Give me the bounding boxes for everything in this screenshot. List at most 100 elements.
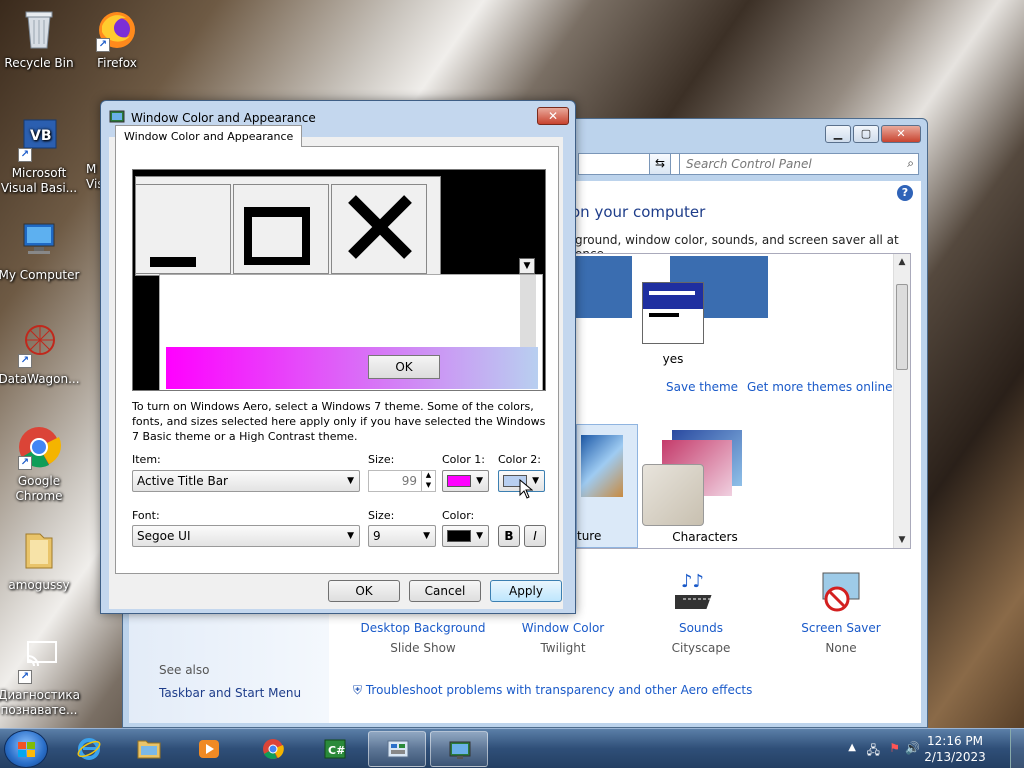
tray-expand-icon[interactable]: ▲ bbox=[848, 742, 856, 753]
item-subtitle: Twilight bbox=[540, 641, 586, 655]
svg-text:VB: VB bbox=[30, 128, 52, 144]
item-select[interactable]: Active Title Bar ▼ bbox=[132, 470, 360, 492]
color2-picker[interactable]: ▼ bbox=[498, 470, 545, 499]
item-title: Desktop Background bbox=[360, 621, 486, 635]
desktop-icon-label: Microsoft Visual Basi... bbox=[0, 166, 78, 195]
apply-button[interactable]: Apply bbox=[490, 580, 562, 602]
csharp-icon: C# bbox=[324, 739, 346, 759]
spin-up-icon[interactable]: ▲ bbox=[421, 471, 435, 481]
scroll-up-icon[interactable]: ▲ bbox=[894, 254, 910, 270]
cancel-button[interactable]: Cancel bbox=[409, 580, 481, 602]
preview-minimize-icon bbox=[135, 184, 231, 274]
theme-preview-window[interactable] bbox=[642, 282, 704, 344]
troubleshoot-link[interactable]: ⛨ Troubleshoot problems with transparenc… bbox=[353, 683, 752, 698]
taskbar-window-color[interactable] bbox=[430, 731, 488, 767]
desktop-icon-my-computer[interactable]: My Computer bbox=[0, 218, 80, 283]
firefox-icon: ↗ bbox=[94, 6, 140, 52]
desktop-icon-label: amogussy bbox=[8, 578, 70, 592]
font-color-picker[interactable]: ▼ bbox=[442, 525, 489, 547]
theme-label: ture bbox=[577, 529, 602, 543]
dialog-close-button[interactable]: ✕ bbox=[537, 107, 569, 125]
item-select-value: Active Title Bar bbox=[137, 474, 228, 488]
chevron-down-icon: ▼ bbox=[476, 476, 483, 486]
font-color-swatch bbox=[447, 530, 471, 542]
volume-icon[interactable]: 🔊 bbox=[905, 741, 920, 755]
network-icon[interactable]: 🖧 bbox=[867, 741, 880, 762]
get-more-themes-link[interactable]: Get more themes online bbox=[747, 380, 893, 394]
desktop-icon-diagnostics[interactable]: ↗ Диагностика познавате... bbox=[0, 638, 80, 718]
font-size-label: Size: bbox=[368, 509, 395, 522]
desktop-icon-label: My Computer bbox=[0, 268, 80, 282]
help-icon[interactable]: ? bbox=[897, 185, 913, 201]
show-desktop-button[interactable] bbox=[1010, 729, 1024, 768]
refresh-button[interactable]: ⇆ bbox=[649, 153, 671, 175]
spin-down-icon[interactable]: ▼ bbox=[421, 481, 435, 491]
sounds-icon: ♪♪ bbox=[621, 569, 781, 617]
desktop-icon-amogussy[interactable]: amogussy bbox=[0, 528, 80, 593]
start-button[interactable] bbox=[4, 730, 48, 768]
close-button[interactable]: ✕ bbox=[881, 125, 921, 143]
taskbar-csharp[interactable]: C# bbox=[306, 731, 364, 767]
item-title: Screen Saver bbox=[801, 621, 881, 635]
item-label: Item: bbox=[132, 453, 161, 466]
maximize-button[interactable]: ▢ bbox=[853, 125, 879, 143]
preview-maximize-icon bbox=[233, 184, 329, 274]
appearance-preview[interactable]: ▼ OK bbox=[132, 169, 546, 391]
scroll-down-icon[interactable]: ▼ bbox=[894, 532, 910, 548]
search-input[interactable]: Search Control Panel ⌕ bbox=[679, 153, 919, 175]
font-select[interactable]: Segoe UI ▼ bbox=[132, 525, 360, 547]
see-also-heading: See also bbox=[159, 663, 210, 677]
desktop-icon-visual-basic[interactable]: VB ↗ Microsoft Visual Basi... bbox=[0, 116, 80, 196]
tab-window-color[interactable]: Window Color and Appearance bbox=[115, 125, 303, 147]
minimize-button[interactable]: ▁ bbox=[825, 125, 851, 143]
mouse-cursor-icon bbox=[519, 479, 533, 499]
dialog-icon bbox=[109, 109, 125, 125]
chevron-down-icon: ▼ bbox=[347, 531, 354, 541]
folder-icon bbox=[137, 740, 161, 759]
clock-time: 12:16 PM bbox=[927, 734, 983, 748]
font-label: Font: bbox=[132, 509, 160, 522]
theme-item-selected[interactable]: ture bbox=[576, 424, 638, 548]
taskbar-start-menu-link[interactable]: Taskbar and Start Menu bbox=[159, 686, 301, 700]
preview-close-icon bbox=[331, 184, 427, 274]
save-theme-link[interactable]: Save theme bbox=[666, 380, 738, 394]
taskbar-control-panel[interactable] bbox=[368, 731, 426, 767]
screen-saver-item[interactable]: Screen Saver None bbox=[761, 569, 921, 655]
taskbar-explorer[interactable] bbox=[120, 731, 178, 767]
windows-logo-icon bbox=[18, 742, 35, 757]
ok-button[interactable]: OK bbox=[328, 580, 400, 602]
window-color-dialog[interactable]: Window Color and Appearance ✕ ▼ OK To tu… bbox=[100, 100, 576, 614]
chevron-down-icon: ▼ bbox=[423, 531, 430, 541]
sounds-item[interactable]: ♪♪ Sounds Cityscape bbox=[621, 569, 781, 655]
desktop-icon-label: DataWagon... bbox=[0, 372, 80, 386]
troubleshoot-link-text: Troubleshoot problems with transparency … bbox=[365, 683, 753, 697]
clock[interactable]: 12:16 PM 2/13/2023 bbox=[920, 733, 990, 765]
italic-button[interactable]: I bbox=[524, 525, 546, 547]
theme-thumbnail[interactable] bbox=[576, 256, 632, 318]
color1-picker[interactable]: ▼ bbox=[442, 470, 489, 492]
font-size-select[interactable]: 9 ▼ bbox=[368, 525, 436, 547]
item-subtitle: Slide Show bbox=[390, 641, 456, 655]
item-subtitle: None bbox=[825, 641, 857, 655]
search-icon[interactable]: ⌕ bbox=[907, 156, 914, 171]
desktop-icon-google-chrome[interactable]: ↗ Google Chrome bbox=[0, 424, 80, 504]
color2-label: Color 2: bbox=[498, 453, 541, 466]
action-center-icon[interactable]: ⚑ bbox=[889, 741, 900, 755]
taskbar-media-player[interactable] bbox=[180, 731, 238, 767]
theme-item-characters[interactable] bbox=[642, 430, 762, 526]
themes-scrollbar[interactable]: ▲ ▼ bbox=[893, 254, 910, 548]
scrollbar-thumb[interactable] bbox=[896, 284, 908, 370]
shortcut-arrow-icon: ↗ bbox=[96, 38, 110, 52]
clock-date: 2/13/2023 bbox=[924, 750, 986, 764]
size-stepper[interactable]: 99 ▲ ▼ bbox=[368, 470, 436, 492]
chrome-icon bbox=[263, 739, 284, 759]
taskbar-chrome[interactable] bbox=[244, 731, 302, 767]
taskbar-ie[interactable] bbox=[60, 731, 118, 767]
bold-button[interactable]: B bbox=[498, 525, 520, 547]
desktop-icon-datawagon[interactable]: ↗ DataWagon... bbox=[0, 322, 80, 387]
svg-text:♪♪: ♪♪ bbox=[681, 571, 704, 592]
desktop-icon-recycle-bin[interactable]: Recycle Bin bbox=[0, 6, 80, 71]
themes-list[interactable]: yes Save theme Get more themes online tu… bbox=[575, 253, 911, 549]
desktop-icon-firefox[interactable]: ↗ Firefox bbox=[76, 6, 158, 71]
chevron-down-icon: ▼ bbox=[347, 476, 354, 486]
